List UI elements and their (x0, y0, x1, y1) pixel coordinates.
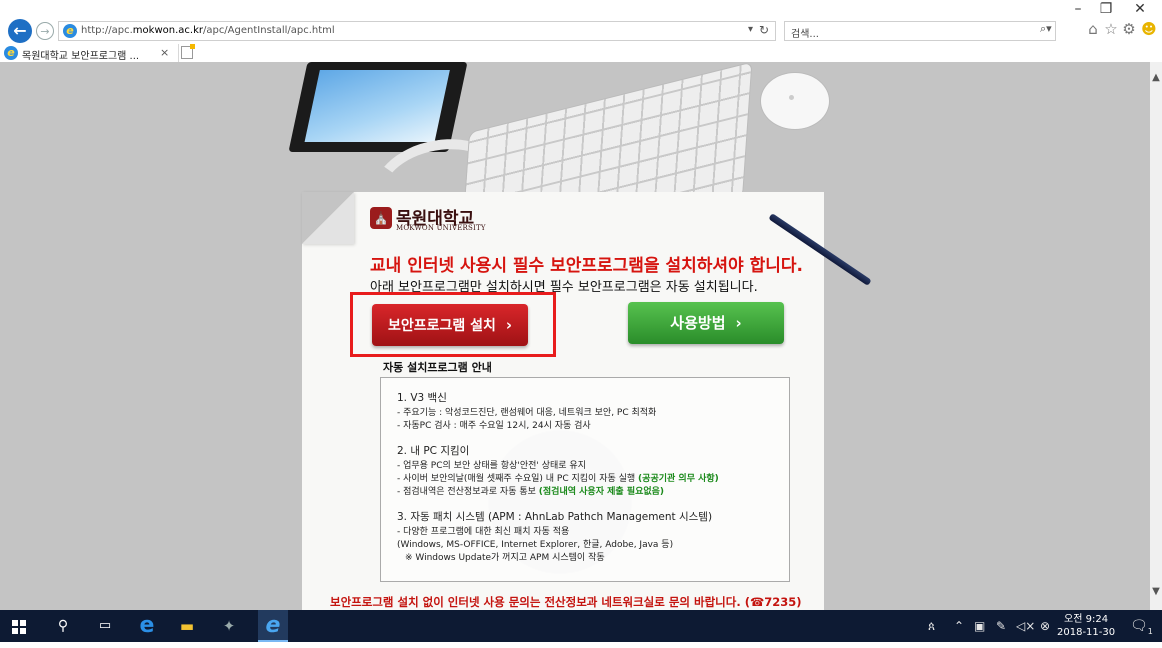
scroll-down-icon[interactable]: ▼ (1150, 586, 1162, 600)
restore-button[interactable]: ❐ (1092, 0, 1120, 18)
guide-line: - 자동PC 검사 : 매주 수요일 12시, 24시 자동 검사 (397, 421, 591, 431)
card-fold (302, 192, 354, 244)
guide-section-3-title: 3. 자동 패치 시스템 (APM : AhnLab Pathch Manage… (397, 511, 713, 523)
vertical-scrollbar[interactable]: ▲ ▼ (1150, 62, 1162, 610)
tab-close-icon[interactable]: × (160, 46, 169, 59)
home-icon[interactable]: ⌂ (1084, 20, 1102, 38)
guide-line: - 다양한 프로그램에 대한 최신 패치 자동 적용 (397, 527, 570, 537)
page-content: ⛪ 목원대학교 MOKWON UNIVERSITY 교내 인터넷 사용시 필수 … (0, 62, 1150, 610)
favorites-star-icon[interactable]: ☆ (1102, 20, 1120, 38)
new-tab-button[interactable] (181, 44, 195, 59)
guide-section-1-title: 1. V3 백신 (397, 392, 447, 404)
mouse-illustration (760, 72, 830, 130)
internet-explorer-icon[interactable]: e (258, 610, 288, 642)
search-taskbar-icon[interactable]: ⚲ (52, 610, 74, 642)
logo-english: MOKWON UNIVERSITY (396, 224, 486, 232)
page-headline: 교내 인터넷 사용시 필수 보안프로그램을 설치하셔야 합니다. (370, 256, 803, 276)
guide-line: - 점검내역은 전산정보과로 자동 통보 (점검내역 사용자 제출 필요없음) (397, 487, 665, 497)
guide-box: 1. V3 백신 - 주요기능 : 악성코드진단, 랜섬웨어 대응, 네트워크 … (380, 377, 790, 582)
pen-tray-icon[interactable]: ✎ (996, 610, 1006, 642)
tray-expand-icon[interactable]: ⌃ (954, 610, 964, 642)
forward-button[interactable]: → (36, 22, 54, 40)
system-clock[interactable]: 오전 9:24 2018-11-30 (1057, 613, 1115, 639)
address-bar[interactable]: e http://apc.mokwon.ac.kr/apc/AgentInsta… (58, 21, 776, 41)
notification-icon[interactable]: 🗨1 (1130, 610, 1153, 642)
monitor-illustration (288, 62, 468, 152)
guide-title: 자동 설치프로그램 안내 (383, 361, 492, 374)
tab-strip: e 목원대학교 보안프로그램 ... × (0, 44, 1162, 63)
scroll-up-icon[interactable]: ▲ (1150, 72, 1162, 86)
highlight-box (350, 292, 556, 357)
chevron-right-icon: › (735, 314, 742, 332)
guide-line: - 주요기능 : 악성코드진단, 랜섬웨어 대응, 네트워크 보안, PC 최적… (397, 408, 657, 418)
volume-icon[interactable]: ◁× (1016, 610, 1035, 642)
windows-taskbar: ⚲ ▭ e ▬ ✦ e ጰ ⌃ ▣ ✎ ◁× ⊗ 오전 9:24 2018-11… (0, 610, 1162, 642)
guide-line: (Windows, MS-OFFICE, Internet Explorer, … (397, 540, 674, 550)
guide-line: - 사이버 보안의날(매월 셋째주 수요일) 내 PC 지킴이 자동 실행 (공… (397, 474, 719, 484)
navigation-bar: ← → e http://apc.mokwon.ac.kr/apc/AgentI… (0, 18, 1162, 44)
edge-browser-icon[interactable]: e (136, 610, 158, 642)
task-view-icon[interactable]: ▭ (94, 610, 116, 642)
file-explorer-icon[interactable]: ▬ (176, 610, 198, 642)
usage-guide-button[interactable]: 사용방법 › (628, 302, 784, 344)
clock-date: 2018-11-30 (1057, 627, 1116, 638)
tab-ie-icon: e (4, 46, 18, 60)
network-icon[interactable]: ▣ (974, 610, 985, 642)
guide-line: - 업무용 PC의 보안 상태를 항상'안전' 상태로 유지 (397, 461, 586, 471)
search-placeholder: 검색... (791, 29, 819, 40)
refresh-icon[interactable]: ↻ (759, 23, 769, 37)
guide-line: ※ Windows Update가 꺼지고 APM 시스템이 작동 (405, 553, 605, 563)
tab-active[interactable]: e 목원대학교 보안프로그램 ... × (0, 44, 179, 62)
address-url: http://apc.mokwon.ac.kr/apc/AgentInstall… (81, 25, 335, 36)
close-window-button[interactable]: ✕ (1126, 0, 1154, 18)
feedback-smiley-icon[interactable]: ☻ (1140, 20, 1158, 38)
tab-title: 목원대학교 보안프로그램 ... (22, 51, 140, 62)
minimize-button[interactable]: – (1064, 0, 1092, 18)
search-icon[interactable]: ⌕▾ (1040, 22, 1052, 36)
university-emblem-icon: ⛪ (370, 207, 392, 229)
settings-gear-icon[interactable]: ⚙ (1120, 20, 1138, 38)
clock-time: 오전 9:24 (1064, 614, 1109, 625)
browser-titlebar: – ❐ ✕ ← → e http://apc.mokwon.ac.kr/apc/… (0, 0, 1162, 44)
ie-page-icon: e (63, 24, 77, 38)
search-field[interactable]: 검색... (784, 21, 1056, 41)
app-icon[interactable]: ✦ (218, 610, 240, 642)
guide-section-2-title: 2. 내 PC 지킴이 (397, 445, 470, 457)
people-icon[interactable]: ጰ (928, 610, 935, 642)
usage-button-label: 사용방법 (670, 314, 726, 332)
blocked-icon[interactable]: ⊗ (1040, 610, 1050, 642)
footer-contact-note: 보안프로그램 설치 없이 인터넷 사용 문의는 전산정보과 네트워크실로 문의 … (330, 595, 802, 609)
back-button[interactable]: ← (8, 19, 32, 43)
windows-start-icon[interactable] (8, 610, 30, 642)
address-dropdown-icon[interactable]: ▾ (748, 24, 753, 35)
